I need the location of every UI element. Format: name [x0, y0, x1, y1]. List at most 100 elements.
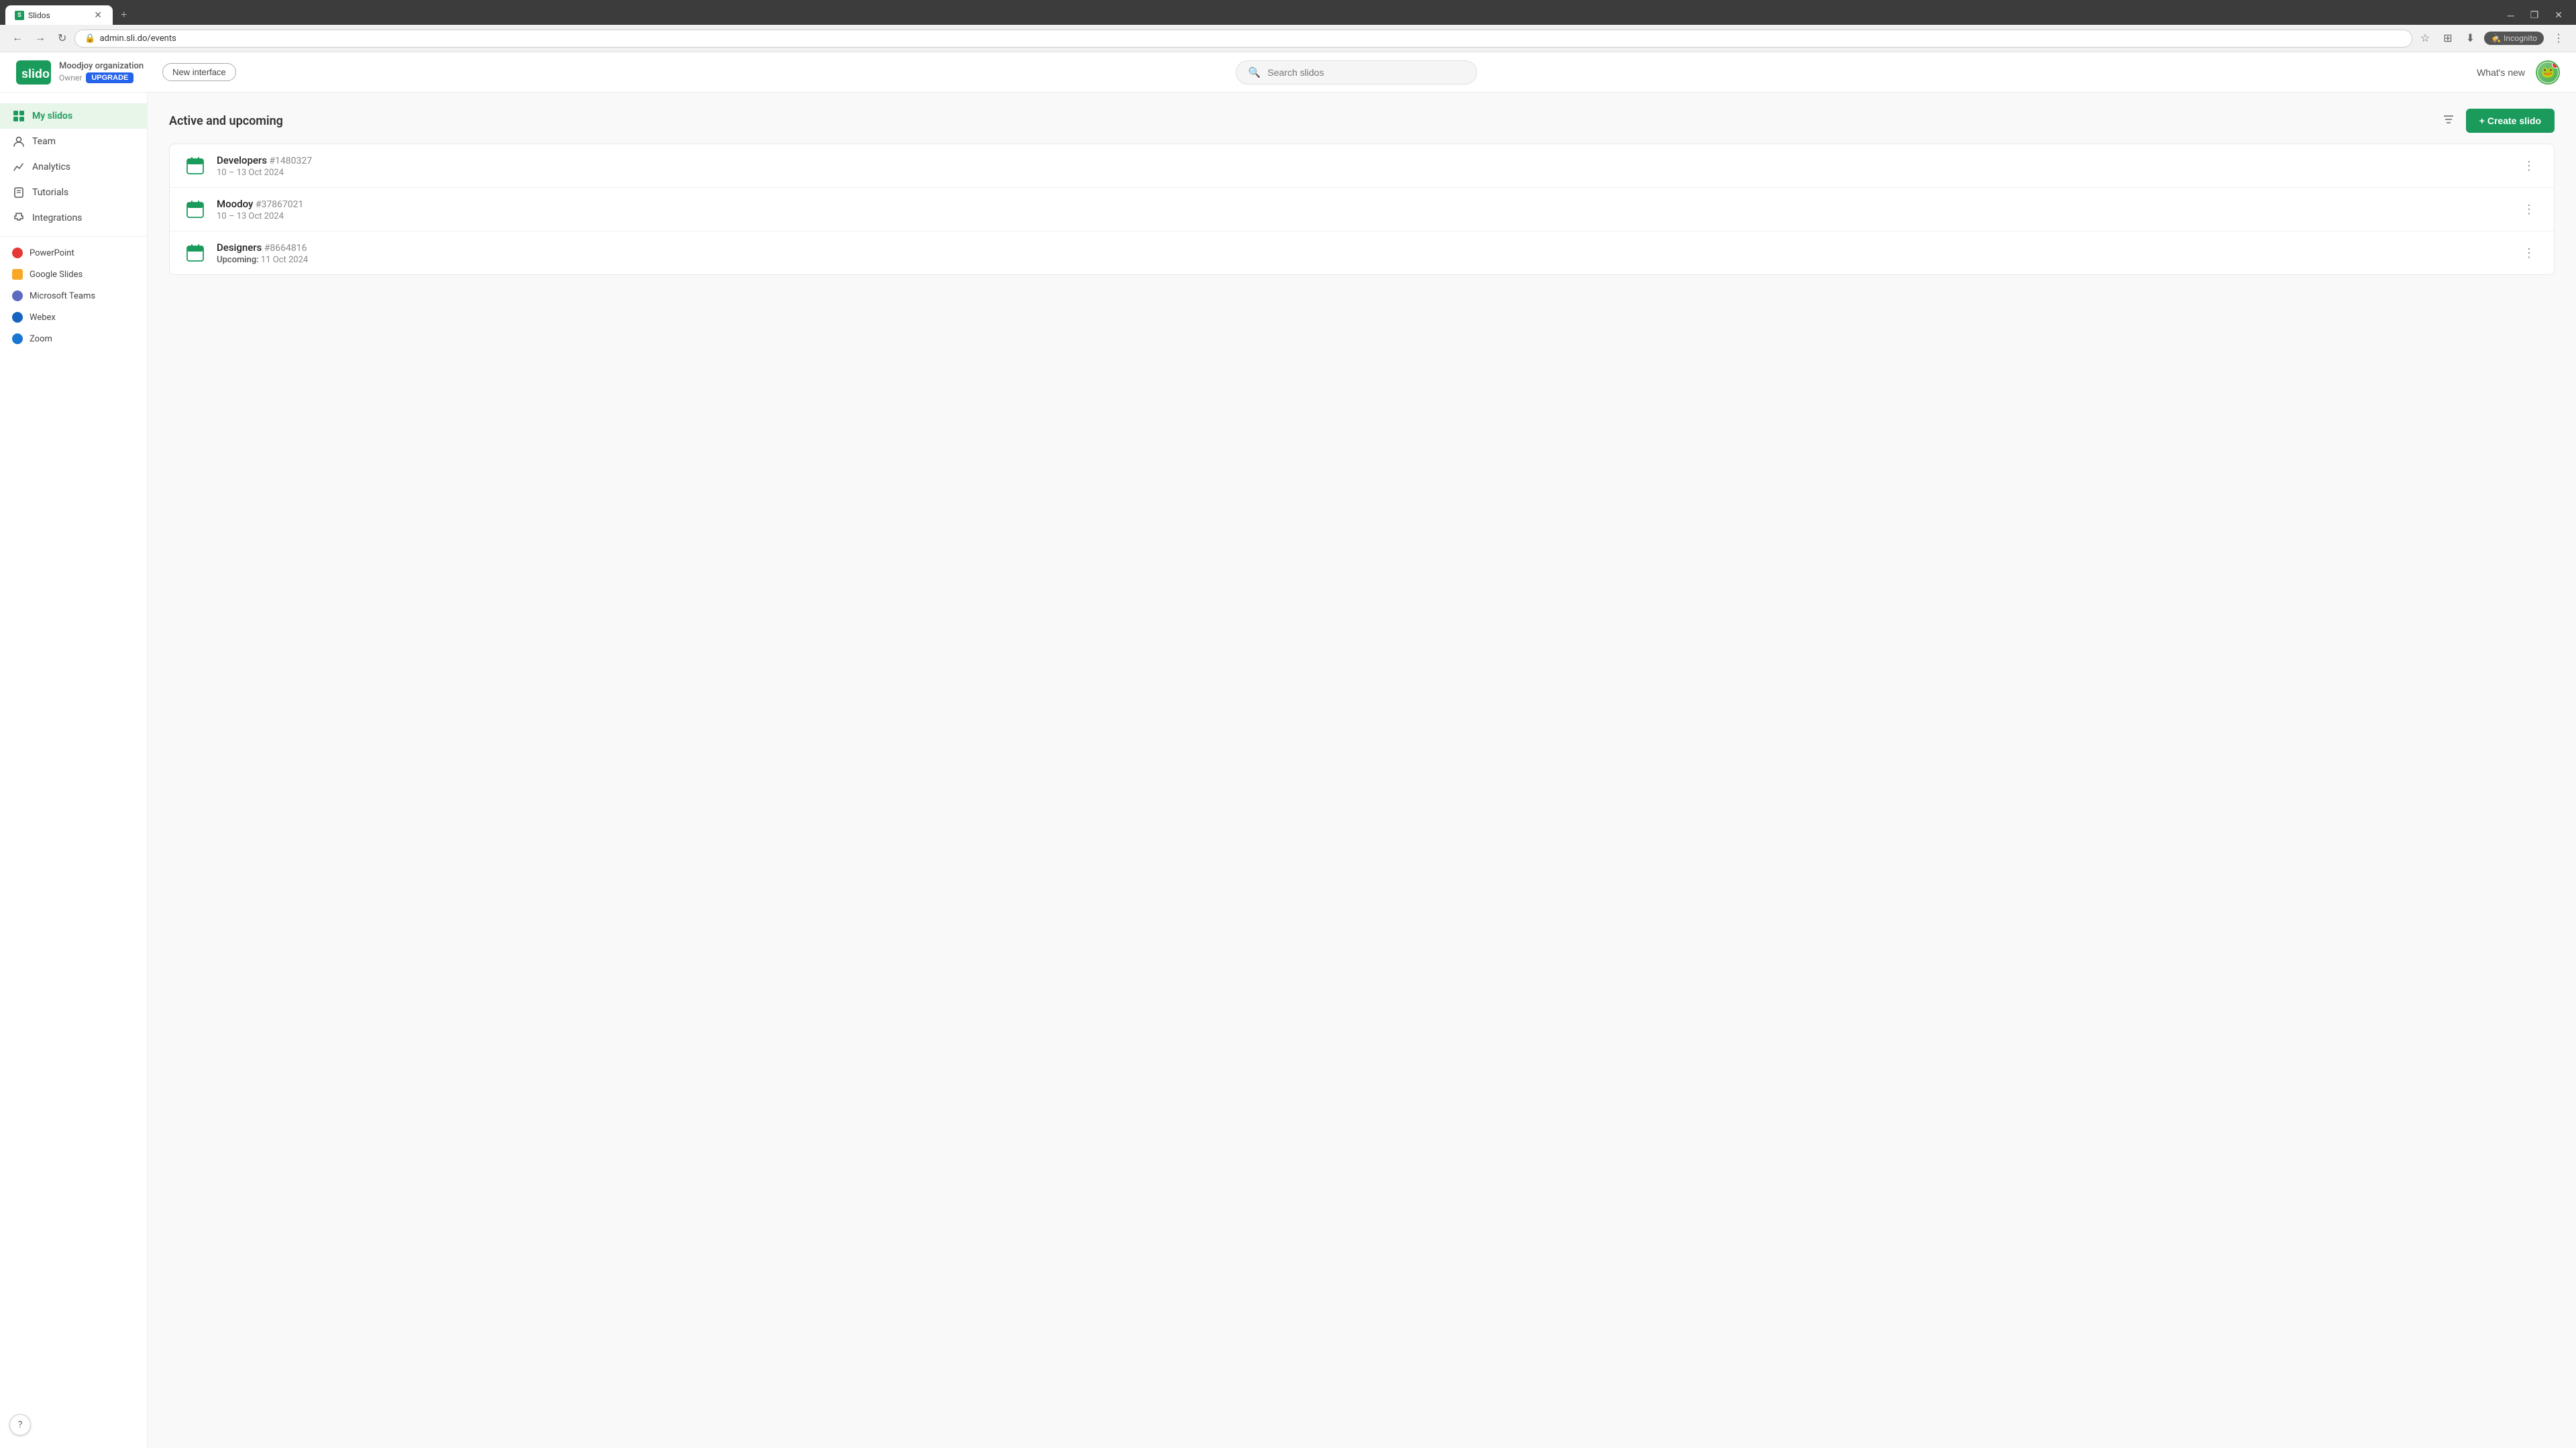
event-id: #8664816 — [264, 243, 307, 254]
restore-button[interactable]: ❐ — [2522, 7, 2547, 23]
incognito-badge: 🕵 Incognito — [2484, 32, 2544, 45]
browser-tabs: S Slidos ✕ + ─ ❐ ✕ — [0, 0, 2576, 25]
refresh-button[interactable]: ↻ — [54, 29, 70, 48]
sidebar-item-analytics-label: Analytics — [32, 162, 70, 172]
back-button[interactable]: ← — [8, 30, 27, 47]
bookmark-button[interactable]: ☆ — [2416, 29, 2434, 48]
main-layout: My slidos Team Analytic — [0, 93, 2576, 1448]
webex-icon — [12, 312, 23, 323]
event-name-row: Developers #1480327 — [217, 154, 2518, 166]
new-tab-button[interactable]: + — [115, 7, 132, 24]
event-name: Designers — [217, 241, 262, 254]
main-content: Active and upcoming + Create slido — [148, 93, 2576, 1448]
event-date-value: 11 Oct 2024 — [261, 255, 308, 265]
event-id: #37867021 — [256, 199, 304, 210]
download-button[interactable]: ⬇ — [2462, 29, 2479, 48]
event-calendar-icon — [183, 197, 207, 221]
sidebar-zoom[interactable]: Zoom — [0, 328, 147, 350]
content-inner: Active and upcoming + Create slido — [148, 93, 2576, 291]
event-calendar-icon — [183, 154, 207, 178]
sidebar-item-analytics[interactable]: Analytics — [0, 154, 147, 180]
microsoft-teams-icon — [12, 290, 23, 301]
event-menu-button[interactable]: ⋮ — [2518, 244, 2540, 263]
zoom-icon — [12, 333, 23, 344]
event-info: Designers #8664816 Upcoming: 11 Oct 2024 — [217, 241, 2518, 265]
tab-close-button[interactable]: ✕ — [93, 9, 103, 21]
event-id: #1480327 — [269, 156, 312, 166]
puzzle-icon — [12, 211, 25, 225]
webex-label: Webex — [30, 313, 56, 323]
window-controls: ─ ❐ ✕ — [2500, 7, 2571, 23]
event-date: 10 – 13 Oct 2024 — [217, 168, 2518, 178]
org-role: Owner — [59, 73, 82, 83]
header-right: What's new 🐸 — [2477, 60, 2560, 85]
sidebar-divider — [0, 236, 147, 237]
sidebar-item-team[interactable]: Team — [0, 129, 147, 154]
table-row[interactable]: Moodoy #37867021 10 – 13 Oct 2024 ⋮ — [170, 188, 2554, 231]
sidebar-item-integrations[interactable]: Integrations — [0, 205, 147, 231]
event-name-row: Moodoy #37867021 — [217, 198, 2518, 210]
table-row[interactable]: Developers #1480327 10 – 13 Oct 2024 ⋮ — [170, 144, 2554, 188]
browser-chrome: S Slidos ✕ + ─ ❐ ✕ ← → ↻ 🔒 admin.sli.do/… — [0, 0, 2576, 52]
event-name: Developers — [217, 154, 267, 166]
active-tab[interactable]: S Slidos ✕ — [5, 5, 113, 25]
logo-area: slido Moodjoy organization Owner UPGRADE… — [16, 60, 236, 85]
event-menu-button[interactable]: ⋮ — [2518, 200, 2540, 219]
avatar-button[interactable]: 🐸 — [2536, 60, 2560, 85]
google-slides-label: Google Slides — [30, 270, 83, 280]
grid-icon — [12, 109, 25, 123]
tab-title: Slidos — [28, 11, 50, 20]
section-header: Active and upcoming + Create slido — [169, 109, 2555, 133]
event-date: 10 – 13 Oct 2024 — [217, 211, 2518, 221]
notification-dot — [2552, 62, 2559, 68]
search-input[interactable] — [1268, 67, 1464, 78]
powerpoint-label: PowerPoint — [30, 248, 74, 258]
extensions-button[interactable]: ⊞ — [2439, 29, 2456, 48]
sidebar-webex[interactable]: Webex — [0, 307, 147, 328]
microsoft-teams-label: Microsoft Teams — [30, 291, 95, 301]
sidebar-item-my-slidos[interactable]: My slidos — [0, 103, 147, 129]
event-date: Upcoming: 11 Oct 2024 — [217, 255, 2518, 265]
new-interface-button[interactable]: New interface — [162, 63, 235, 81]
browser-nav: ← → ↻ 🔒 admin.sli.do/events ☆ ⊞ ⬇ 🕵 Inco… — [0, 25, 2576, 52]
sidebar: My slidos Team Analytic — [0, 93, 148, 1448]
app: slido Moodjoy organization Owner UPGRADE… — [0, 52, 2576, 1448]
table-row[interactable]: Designers #8664816 Upcoming: 11 Oct 2024… — [170, 231, 2554, 274]
filter-button[interactable] — [2439, 110, 2458, 132]
help-button[interactable]: ? — [9, 1414, 31, 1436]
event-menu-button[interactable]: ⋮ — [2518, 156, 2540, 176]
header-actions: + Create slido — [2439, 109, 2555, 133]
event-name-row: Designers #8664816 — [217, 241, 2518, 254]
chart-icon — [12, 160, 25, 174]
upcoming-label: Upcoming: — [217, 255, 259, 265]
event-calendar-icon — [183, 241, 207, 265]
create-slido-button[interactable]: + Create slido — [2466, 109, 2555, 133]
minimize-button[interactable]: ─ — [2500, 7, 2522, 23]
sidebar-microsoft-teams[interactable]: Microsoft Teams — [0, 285, 147, 307]
browser-actions: ☆ ⊞ ⬇ 🕵 Incognito ⋮ — [2416, 29, 2568, 48]
search-icon: 🔍 — [1248, 66, 1261, 78]
forward-button[interactable]: → — [31, 30, 50, 47]
menu-button[interactable]: ⋮ — [2549, 29, 2568, 48]
whats-new-button[interactable]: What's new — [2477, 67, 2525, 78]
sidebar-item-my-slidos-label: My slidos — [32, 111, 72, 121]
event-info: Moodoy #37867021 10 – 13 Oct 2024 — [217, 198, 2518, 221]
close-button[interactable]: ✕ — [2546, 7, 2571, 23]
powerpoint-icon — [12, 248, 23, 258]
url-text: admin.sli.do/events — [100, 34, 176, 44]
google-slides-icon — [12, 269, 23, 280]
sidebar-item-tutorials-label: Tutorials — [32, 187, 68, 198]
person-icon — [12, 135, 25, 148]
sidebar-google-slides[interactable]: Google Slides — [0, 264, 147, 285]
search-bar[interactable]: 🔍 — [1236, 60, 1477, 85]
book-icon — [12, 186, 25, 199]
upgrade-button[interactable]: UPGRADE — [86, 72, 133, 83]
sidebar-item-tutorials[interactable]: Tutorials — [0, 180, 147, 205]
zoom-label: Zoom — [30, 334, 52, 344]
sidebar-item-integrations-label: Integrations — [32, 213, 82, 223]
url-bar[interactable]: 🔒 admin.sli.do/events — [74, 30, 2412, 48]
event-name: Moodoy — [217, 198, 253, 210]
events-list: Developers #1480327 10 – 13 Oct 2024 ⋮ — [169, 144, 2555, 275]
sidebar-powerpoint[interactable]: PowerPoint — [0, 242, 147, 264]
org-role-row: Owner UPGRADE — [59, 72, 144, 83]
